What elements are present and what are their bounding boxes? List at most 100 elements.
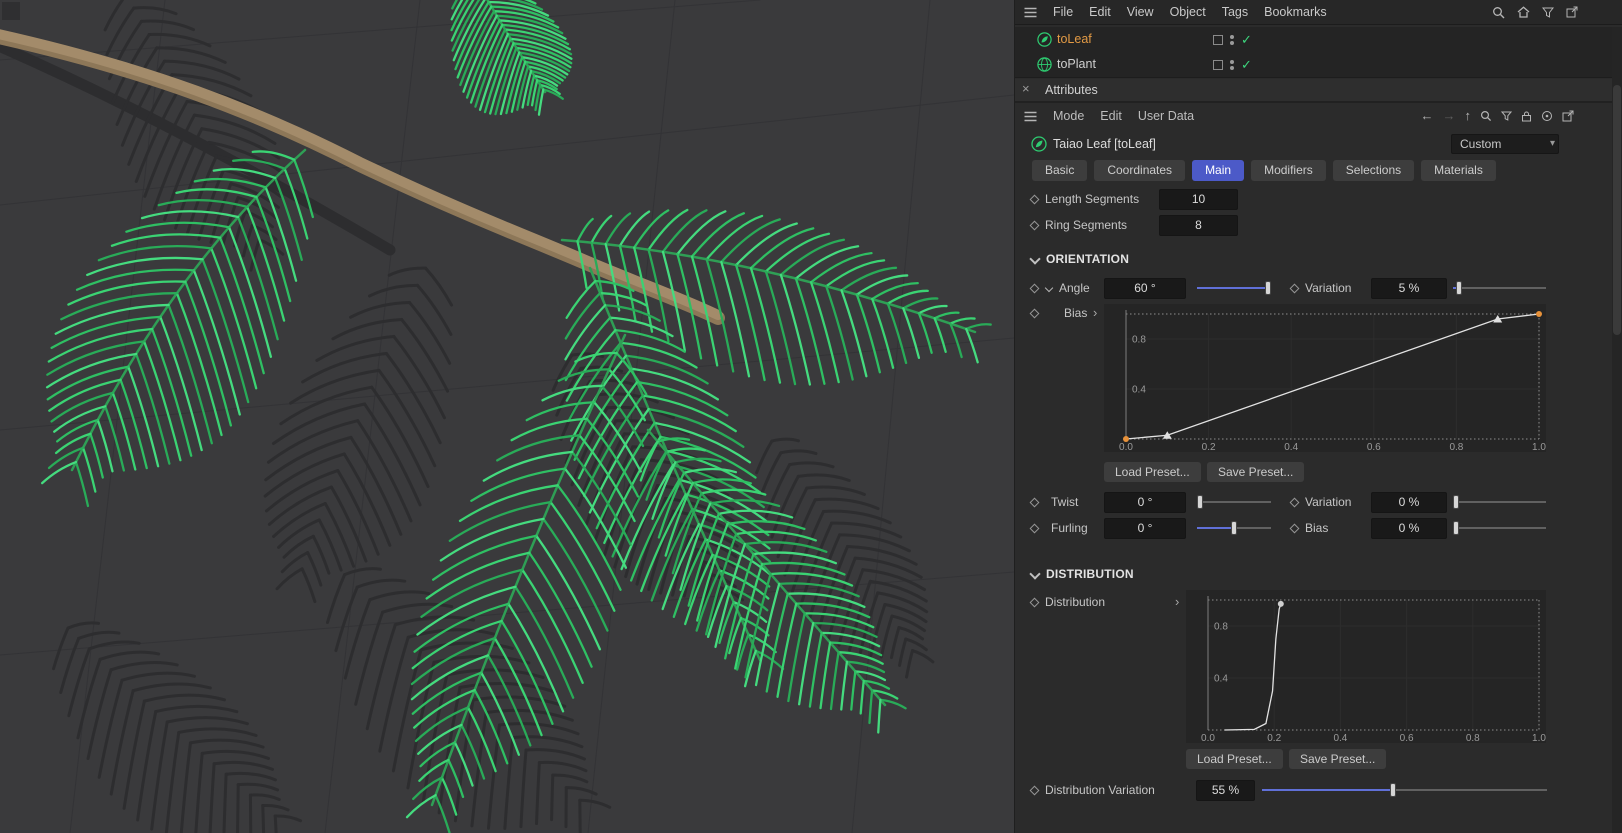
viewport-canvas[interactable] bbox=[0, 0, 1014, 833]
expand-chevron-icon[interactable] bbox=[1044, 283, 1054, 293]
menu-mode[interactable]: Mode bbox=[1053, 109, 1084, 123]
close-icon[interactable]: × bbox=[1022, 79, 1030, 99]
load-preset-button[interactable]: Load Preset... bbox=[1186, 749, 1283, 769]
menu-edit-attr[interactable]: Edit bbox=[1100, 109, 1122, 123]
section-chevron-icon[interactable] bbox=[1029, 253, 1041, 265]
object-row-toleaf[interactable]: toLeaf ✓ bbox=[1015, 27, 1622, 53]
slider-handle[interactable] bbox=[1231, 521, 1237, 535]
preset-dropdown[interactable]: Custom ▾ bbox=[1451, 134, 1559, 154]
furling-bias-slider[interactable] bbox=[1453, 517, 1546, 539]
angle-variation-slider[interactable] bbox=[1453, 277, 1546, 299]
viewport[interactable] bbox=[0, 0, 1014, 833]
enabled-check-icon[interactable]: ✓ bbox=[1241, 27, 1252, 52]
lock-icon[interactable] bbox=[1521, 110, 1532, 122]
furling-field[interactable]: 0 ° bbox=[1104, 518, 1186, 539]
enabled-check-icon[interactable]: ✓ bbox=[1241, 52, 1252, 77]
menu-bookmarks[interactable]: Bookmarks bbox=[1264, 5, 1327, 19]
ring-segments-field[interactable]: 8 bbox=[1159, 215, 1238, 236]
plant-object-icon[interactable] bbox=[1037, 57, 1052, 72]
menu-view[interactable]: View bbox=[1127, 5, 1154, 19]
angle-slider[interactable] bbox=[1197, 277, 1271, 299]
angle-variation-field[interactable]: 5 % bbox=[1371, 278, 1447, 299]
keyframe-diamond-icon[interactable] bbox=[1029, 220, 1040, 231]
keyframe-diamond-icon[interactable] bbox=[1289, 523, 1300, 534]
keyframe-diamond-icon[interactable] bbox=[1029, 785, 1040, 796]
menu-file[interactable]: File bbox=[1053, 5, 1073, 19]
scrollbar-thumb[interactable] bbox=[1613, 85, 1621, 335]
tab-materials[interactable]: Materials bbox=[1421, 160, 1496, 181]
layer-box-icon[interactable] bbox=[1213, 35, 1223, 45]
search-icon[interactable] bbox=[1492, 6, 1505, 19]
layer-box-icon[interactable] bbox=[1213, 60, 1223, 70]
keyframe-diamond-icon[interactable] bbox=[1289, 283, 1300, 294]
distribution-section-header[interactable]: DISTRIBUTION bbox=[1015, 564, 1622, 586]
visibility-dots-icon[interactable] bbox=[1230, 33, 1234, 47]
menu-tags[interactable]: Tags bbox=[1222, 5, 1248, 19]
load-preset-button[interactable]: Load Preset... bbox=[1104, 462, 1201, 482]
slider-handle[interactable] bbox=[1453, 495, 1459, 509]
angle-field[interactable]: 60 ° bbox=[1104, 278, 1186, 299]
keyframe-diamond-icon[interactable] bbox=[1029, 597, 1040, 608]
furling-bias-field[interactable]: 0 % bbox=[1371, 518, 1447, 539]
furling-slider[interactable] bbox=[1197, 517, 1271, 539]
keyframe-diamond-icon[interactable] bbox=[1029, 283, 1040, 294]
tab-modifiers[interactable]: Modifiers bbox=[1251, 160, 1326, 181]
distribution-variation-slider[interactable] bbox=[1262, 779, 1547, 801]
back-arrow-icon[interactable]: ← bbox=[1421, 104, 1434, 128]
attributes-menu-icon[interactable] bbox=[1024, 111, 1037, 122]
tab-selections[interactable]: Selections bbox=[1332, 160, 1415, 181]
orientation-section-header[interactable]: ORIENTATION bbox=[1015, 249, 1622, 271]
tab-basic[interactable]: Basic bbox=[1032, 160, 1088, 181]
main-menu-icon[interactable] bbox=[1024, 7, 1037, 18]
twist-slider[interactable] bbox=[1197, 491, 1271, 513]
distribution-header-label[interactable]: DISTRIBUTION bbox=[1046, 564, 1134, 584]
menu-object[interactable]: Object bbox=[1170, 5, 1206, 19]
orientation-header-label[interactable]: ORIENTATION bbox=[1046, 249, 1129, 269]
preset-dropdown-value: Custom bbox=[1460, 137, 1502, 151]
svg-text:0.0: 0.0 bbox=[1201, 733, 1215, 743]
slider-handle[interactable] bbox=[1390, 783, 1397, 797]
menu-user-data[interactable]: User Data bbox=[1138, 109, 1194, 123]
section-chevron-icon[interactable] bbox=[1029, 568, 1041, 580]
distribution-curve-editor[interactable]: 0.0 0.2 0.4 0.6 0.8 1.0 0.4 0.8 bbox=[1186, 590, 1546, 743]
search-icon[interactable] bbox=[1480, 110, 1492, 122]
new-window-icon[interactable] bbox=[1566, 6, 1578, 18]
filter-icon[interactable] bbox=[1542, 7, 1554, 18]
keyframe-diamond-icon[interactable] bbox=[1029, 308, 1040, 319]
slider-handle[interactable] bbox=[1197, 495, 1203, 509]
twist-variation-field[interactable]: 0 % bbox=[1371, 492, 1447, 513]
tab-coordinates[interactable]: Coordinates bbox=[1094, 160, 1186, 181]
expand-right-chevron-icon[interactable]: › bbox=[1093, 302, 1097, 324]
filter-icon[interactable] bbox=[1501, 111, 1512, 121]
bias-curve-editor[interactable]: 0.0 0.2 0.4 0.6 0.8 1.0 0.4 0.8 bbox=[1104, 304, 1546, 452]
visibility-dots-icon[interactable] bbox=[1230, 58, 1234, 72]
keyframe-diamond-icon[interactable] bbox=[1289, 497, 1300, 508]
panel-scrollbar[interactable] bbox=[1612, 27, 1622, 833]
object-row-toplant[interactable]: toPlant ✓ bbox=[1015, 52, 1622, 78]
menu-edit[interactable]: Edit bbox=[1089, 5, 1111, 19]
tab-main[interactable]: Main bbox=[1192, 160, 1245, 181]
object-name[interactable]: toLeaf bbox=[1057, 27, 1092, 52]
twist-variation-slider[interactable] bbox=[1453, 491, 1546, 513]
object-title-row: Taiao Leaf [toLeaf] Custom ▾ bbox=[1015, 132, 1622, 156]
keyframe-diamond-icon[interactable] bbox=[1029, 497, 1040, 508]
object-name[interactable]: toPlant bbox=[1057, 52, 1096, 77]
keyframe-diamond-icon[interactable] bbox=[1029, 523, 1040, 534]
new-window-icon[interactable] bbox=[1562, 110, 1574, 122]
distribution-variation-field[interactable]: 55 % bbox=[1196, 780, 1255, 801]
length-segments-field[interactable]: 10 bbox=[1159, 189, 1238, 210]
keyframe-diamond-icon[interactable] bbox=[1029, 194, 1040, 205]
up-arrow-icon[interactable]: ↑ bbox=[1465, 104, 1472, 128]
svg-text:0.4: 0.4 bbox=[1214, 674, 1228, 685]
slider-handle[interactable] bbox=[1265, 281, 1271, 295]
target-icon[interactable] bbox=[1541, 110, 1553, 122]
expand-right-chevron-icon[interactable]: › bbox=[1175, 591, 1179, 613]
leaf-object-icon[interactable] bbox=[1037, 32, 1052, 47]
save-preset-button[interactable]: Save Preset... bbox=[1289, 749, 1387, 769]
slider-handle[interactable] bbox=[1453, 521, 1459, 535]
twist-field[interactable]: 0 ° bbox=[1104, 492, 1186, 513]
save-preset-button[interactable]: Save Preset... bbox=[1207, 462, 1305, 482]
forward-arrow-icon[interactable]: → bbox=[1443, 104, 1456, 128]
slider-handle[interactable] bbox=[1455, 281, 1462, 295]
home-icon[interactable] bbox=[1517, 6, 1530, 18]
